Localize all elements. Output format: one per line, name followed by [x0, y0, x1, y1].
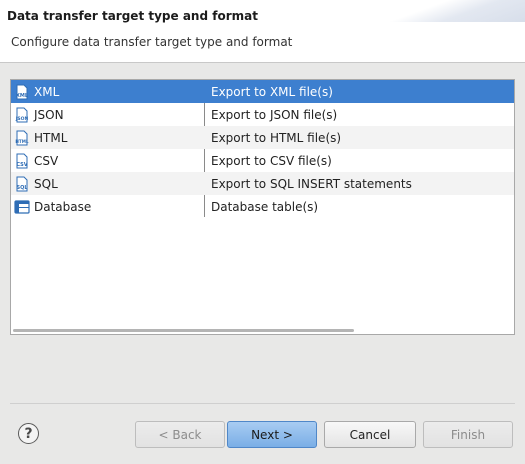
type-description: Export to XML file(s)	[211, 84, 333, 99]
svg-text:JSON: JSON	[15, 116, 29, 122]
csv-file-icon: CSV	[14, 153, 30, 169]
sql-file-icon: SQL	[14, 176, 30, 192]
json-file-icon: JSON	[14, 107, 30, 123]
back-button[interactable]: < Back	[135, 421, 225, 448]
table-row[interactable]: HTML HTML Export to HTML file(s)	[11, 126, 514, 149]
type-name: JSON	[34, 107, 64, 122]
wizard-header: Data transfer target type and format Con…	[0, 0, 525, 63]
table-row[interactable]: SQL SQL Export to SQL INSERT statements	[11, 172, 514, 195]
table-row[interactable]: XML XML Export to XML file(s)	[11, 80, 514, 103]
page-subtitle: Configure data transfer target type and …	[11, 35, 293, 49]
type-cell[interactable]: XML XML	[11, 80, 205, 103]
type-cell[interactable]: JSON JSON	[11, 103, 205, 126]
type-description: Export to JSON file(s)	[211, 107, 338, 122]
page-title: Data transfer target type and format	[7, 9, 258, 23]
type-name: Database	[34, 199, 92, 214]
next-button[interactable]: Next >	[227, 421, 317, 448]
html-file-icon: HTML	[14, 130, 30, 146]
cancel-button[interactable]: Cancel	[324, 421, 416, 448]
type-name: CSV	[34, 153, 59, 168]
finish-button[interactable]: Finish	[423, 421, 513, 448]
type-description: Database table(s)	[211, 199, 319, 214]
table-row[interactable]: Database Database table(s)	[11, 195, 514, 218]
target-type-table[interactable]: XML XML Export to XML file(s) JSON JSON …	[10, 79, 515, 335]
footer-separator	[10, 403, 515, 404]
help-button[interactable]: ?	[18, 423, 39, 444]
svg-text:SQL: SQL	[16, 185, 28, 191]
type-cell[interactable]: CSV CSV	[11, 149, 205, 172]
database-table-icon	[14, 199, 30, 215]
svg-text:XML: XML	[16, 93, 29, 99]
svg-text:HTML: HTML	[15, 139, 29, 144]
type-cell[interactable]: HTML HTML	[11, 126, 205, 149]
type-description: Export to SQL INSERT statements	[211, 176, 412, 191]
xml-file-icon: XML	[14, 84, 30, 100]
table-row[interactable]: CSV CSV Export to CSV file(s)	[11, 149, 514, 172]
header-decoration	[375, 0, 525, 22]
svg-text:CSV: CSV	[16, 162, 27, 168]
table-row[interactable]: JSON JSON Export to JSON file(s)	[11, 103, 514, 126]
type-description: Export to CSV file(s)	[211, 153, 332, 168]
horizontal-scrollbar[interactable]	[13, 329, 354, 332]
type-cell[interactable]: Database	[11, 195, 205, 218]
type-cell[interactable]: SQL SQL	[11, 172, 205, 195]
type-description: Export to HTML file(s)	[211, 130, 342, 145]
help-icon: ?	[24, 425, 33, 442]
type-name: SQL	[34, 176, 58, 191]
type-name: HTML	[34, 130, 68, 145]
type-name: XML	[34, 84, 60, 99]
